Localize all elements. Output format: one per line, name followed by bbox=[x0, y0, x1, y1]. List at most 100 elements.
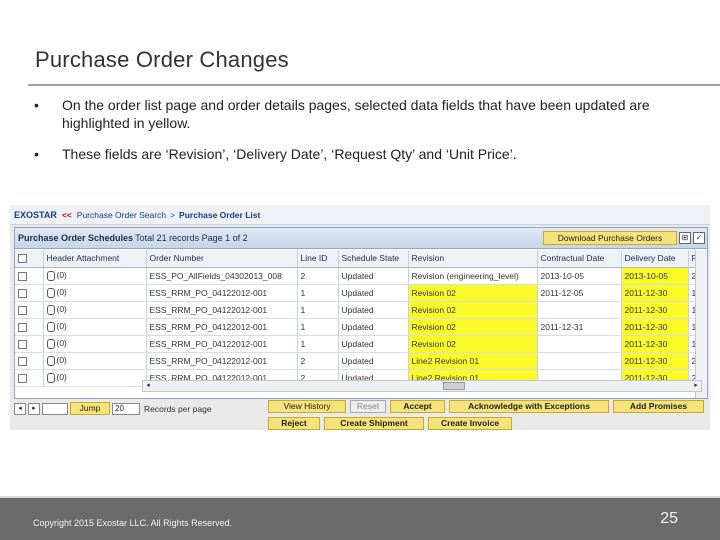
row-checkbox[interactable] bbox=[18, 322, 27, 332]
col-header-attachment[interactable]: Header Attachment bbox=[43, 250, 147, 268]
po-table: Header Attachment Order Number Line ID S… bbox=[15, 250, 702, 387]
create-shipment-button[interactable]: Create Shipment bbox=[324, 417, 424, 430]
attachment-cell[interactable]: (0) bbox=[43, 267, 147, 285]
reset-button[interactable]: Reset bbox=[350, 400, 386, 413]
scroll-left-icon[interactable]: ◂ bbox=[143, 381, 153, 391]
col-header-contractual-date[interactable]: Contractual Date bbox=[537, 250, 622, 268]
order-number-cell[interactable]: ESS_PO_AllFields_04302013_008 bbox=[146, 267, 298, 285]
contractual-date-cell: 2011-12-05 bbox=[537, 284, 622, 302]
attachment-cell[interactable]: (0) bbox=[43, 301, 147, 319]
bullet-item: • These fields are ‘Revision’, ‘Delivery… bbox=[34, 145, 674, 163]
horizontal-scrollbar[interactable]: ◂ ▸ bbox=[142, 380, 702, 392]
row-checkbox[interactable] bbox=[18, 288, 27, 298]
schedule-state-cell: Updated bbox=[338, 318, 409, 336]
pager: ◂ ▸ Jump 20 Records per page bbox=[14, 402, 212, 415]
next-page-icon[interactable]: ▸ bbox=[28, 402, 40, 415]
paperclip-icon[interactable] bbox=[46, 304, 55, 315]
paperclip-icon[interactable] bbox=[46, 338, 55, 349]
acknowledge-exceptions-button[interactable]: Acknowledge with Exceptions bbox=[449, 400, 609, 413]
title-divider bbox=[28, 84, 720, 86]
paperclip-icon[interactable] bbox=[46, 321, 55, 332]
bullet-list: • On the order list page and order detai… bbox=[34, 96, 674, 176]
po-schedules-panel: Purchase Order Schedules Total 21 record… bbox=[14, 227, 708, 399]
create-invoice-button[interactable]: Create Invoice bbox=[428, 417, 512, 430]
copyright-text: Copyright 2015 Exostar LLC. All Rights R… bbox=[33, 518, 233, 528]
row-select-cell[interactable] bbox=[15, 369, 44, 387]
row-select-cell[interactable] bbox=[15, 284, 44, 302]
jump-button[interactable]: Jump bbox=[70, 402, 110, 415]
table-row[interactable]: (0) ESS_RRM_PO_04122012-001 1 Updated Revisi… bbox=[15, 301, 702, 319]
page-input[interactable] bbox=[42, 402, 68, 415]
row-checkbox[interactable] bbox=[18, 356, 27, 366]
col-header-order-number[interactable]: Order Number bbox=[146, 250, 298, 268]
table-row[interactable]: (0) ESS_RRM_PO_04122012-001 1 Updated Revisi… bbox=[15, 335, 702, 353]
bullet-item: • On the order list page and order detai… bbox=[34, 96, 674, 132]
attachment-cell[interactable]: (0) bbox=[43, 284, 147, 302]
reject-button[interactable]: Reject bbox=[268, 417, 320, 430]
delivery-date-cell: 2013-10-05 bbox=[621, 267, 689, 285]
paperclip-icon[interactable] bbox=[46, 287, 55, 298]
footer-rule bbox=[0, 496, 720, 498]
order-number-cell[interactable]: ESS_RRM_PO_04122012-001 bbox=[146, 335, 298, 353]
row-checkbox[interactable] bbox=[18, 339, 27, 349]
col-header-delivery-date[interactable]: Delivery Date bbox=[621, 250, 689, 268]
action-bar: ◂ ▸ Jump 20 Records per page View Histor… bbox=[14, 398, 708, 430]
paperclip-icon[interactable] bbox=[46, 270, 55, 281]
row-checkbox[interactable] bbox=[18, 373, 27, 383]
row-checkbox[interactable] bbox=[18, 305, 27, 315]
attachment-count: (0) bbox=[56, 372, 67, 383]
scroll-right-icon[interactable]: ▸ bbox=[691, 381, 701, 391]
attachment-cell[interactable]: (0) bbox=[43, 352, 147, 370]
col-header-line-id[interactable]: Line ID bbox=[297, 250, 339, 268]
order-number-cell[interactable]: ESS_RRM_PO_04122012-001 bbox=[146, 284, 298, 302]
bullet-symbol: • bbox=[34, 97, 39, 113]
contractual-date-cell: 2011-12-31 bbox=[537, 318, 622, 336]
line-id-cell: 1 bbox=[297, 335, 339, 353]
attachment-count: (0) bbox=[56, 321, 67, 332]
revision-cell: Revision (engineering_level) bbox=[408, 267, 538, 285]
table-header-row: Header Attachment Order Number Line ID S… bbox=[15, 250, 702, 268]
scroll-thumb[interactable] bbox=[443, 382, 465, 390]
select-all-header[interactable] bbox=[15, 250, 44, 268]
attachment-cell[interactable]: (0) bbox=[43, 369, 147, 387]
row-select-cell[interactable] bbox=[15, 318, 44, 336]
prev-page-icon[interactable]: ◂ bbox=[14, 402, 26, 415]
line-id-cell: 2 bbox=[297, 352, 339, 370]
row-select-cell[interactable] bbox=[15, 301, 44, 319]
accept-button[interactable]: Accept bbox=[390, 400, 445, 413]
paperclip-icon[interactable] bbox=[46, 372, 55, 383]
view-history-button[interactable]: View History bbox=[268, 400, 346, 413]
export-icon[interactable]: ⊞ bbox=[679, 232, 691, 244]
table-row[interactable]: (0) ESS_RRM_PO_04122012-001 1 Updated Revisi… bbox=[15, 318, 702, 336]
table-row[interactable]: (0) ESS_RRM_PO_04122012-001 2 Updated Line2 … bbox=[15, 352, 702, 370]
row-checkbox[interactable] bbox=[18, 271, 27, 281]
order-number-cell[interactable]: ESS_RRM_PO_04122012-001 bbox=[146, 301, 298, 319]
checkbox-toggle-icon[interactable]: ✓ bbox=[693, 232, 705, 244]
schedule-state-cell: Updated bbox=[338, 335, 409, 353]
attachment-count: (0) bbox=[56, 355, 67, 366]
order-number-cell[interactable]: ESS_RRM_PO_04122012-001 bbox=[146, 318, 298, 336]
row-select-cell[interactable] bbox=[15, 352, 44, 370]
order-number-cell[interactable]: ESS_RRM_PO_04122012-001 bbox=[146, 352, 298, 370]
breadcrumb-po-search[interactable]: Purchase Order Search bbox=[77, 210, 166, 220]
row-select-cell[interactable] bbox=[15, 267, 44, 285]
select-all-checkbox[interactable] bbox=[18, 254, 27, 264]
schedule-state-cell: Updated bbox=[338, 352, 409, 370]
bullet-symbol: • bbox=[34, 146, 39, 162]
add-promises-button[interactable]: Add Promises bbox=[613, 400, 704, 413]
attachment-cell[interactable]: (0) bbox=[43, 335, 147, 353]
line-id-cell: 1 bbox=[297, 301, 339, 319]
paperclip-icon[interactable] bbox=[46, 355, 55, 366]
row-select-cell[interactable] bbox=[15, 335, 44, 353]
revision-cell: Revision 02 bbox=[408, 284, 538, 302]
attachment-cell[interactable]: (0) bbox=[43, 318, 147, 336]
col-header-revision[interactable]: Revision bbox=[408, 250, 538, 268]
contractual-date-cell: 2013-10-05 bbox=[537, 267, 622, 285]
table-row[interactable]: (0) ESS_PO_AllFields_04302013_008 2 Updated… bbox=[15, 267, 702, 285]
vertical-scrollbar[interactable] bbox=[695, 250, 707, 398]
col-header-schedule-state[interactable]: Schedule State bbox=[338, 250, 409, 268]
page-size-select[interactable]: 20 bbox=[112, 402, 140, 415]
download-po-button[interactable]: Download Purchase Orders bbox=[543, 231, 677, 245]
back-arrows-icon[interactable]: << bbox=[62, 210, 72, 220]
table-row[interactable]: (0) ESS_RRM_PO_04122012-001 1 Updated Revisi… bbox=[15, 284, 702, 302]
